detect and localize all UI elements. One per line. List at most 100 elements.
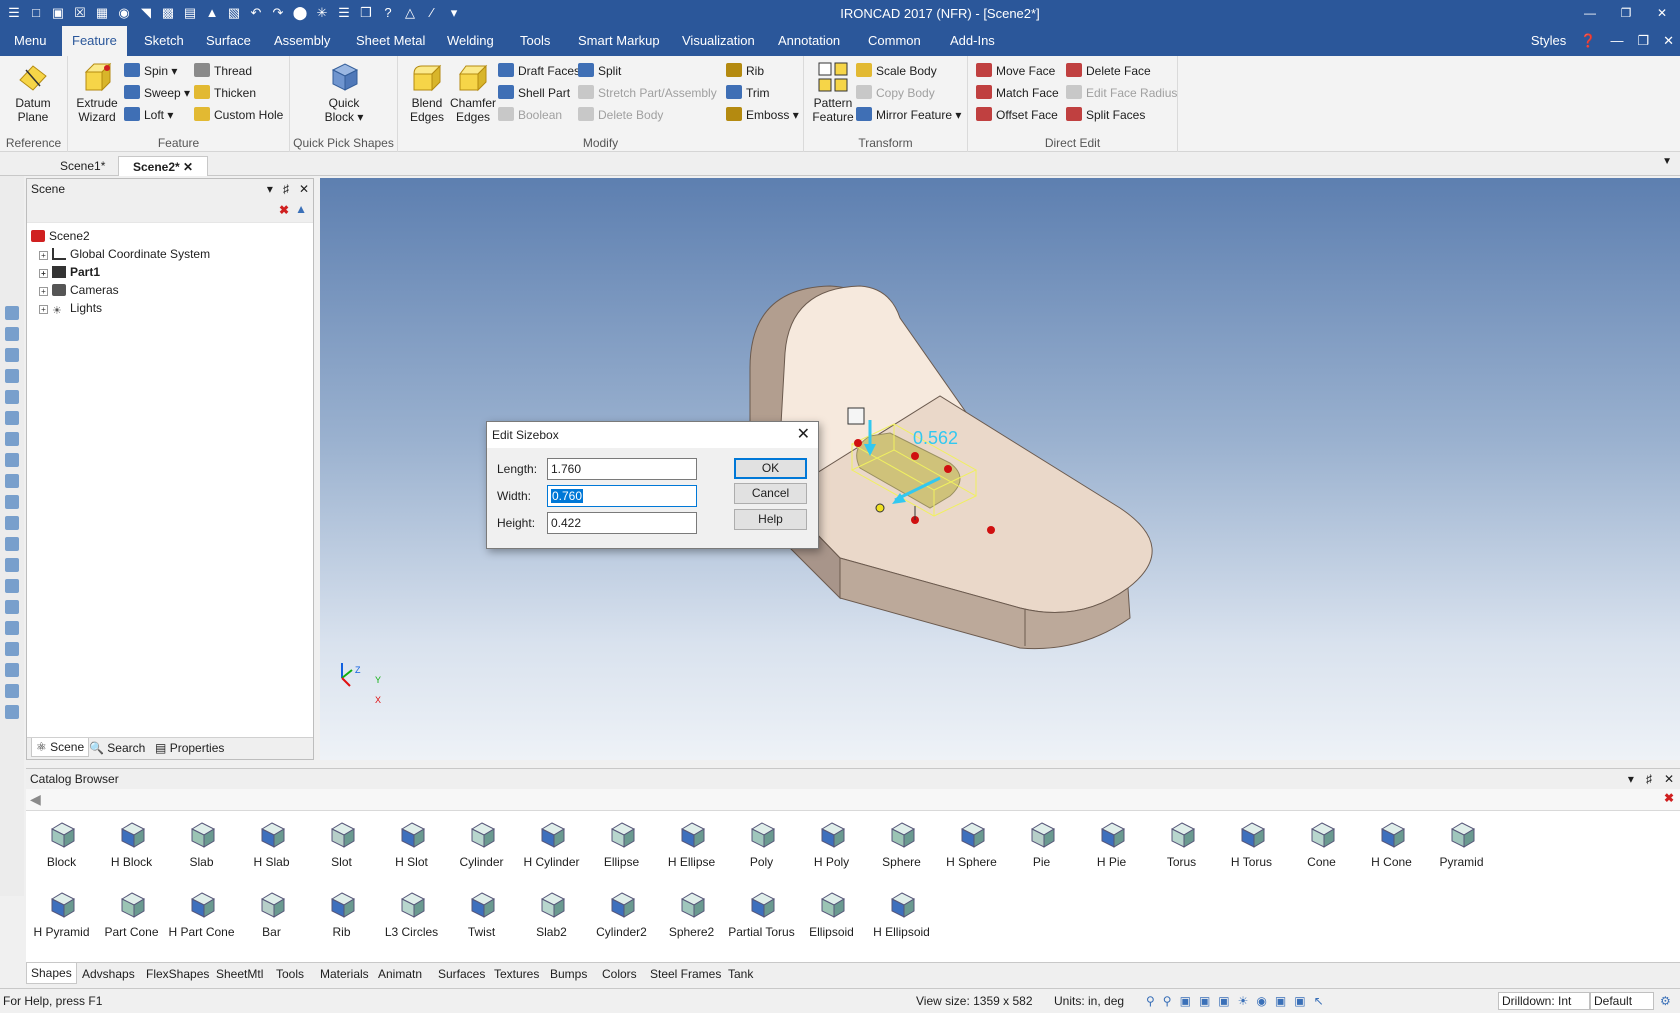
minimize-doc-icon[interactable]: —	[1610, 26, 1623, 56]
custom-hole-button[interactable]: Custom Hole	[194, 105, 283, 125]
tool-icon[interactable]	[5, 705, 19, 719]
catalog-tab-steel-frames[interactable]: Steel Frames	[650, 967, 721, 981]
catalog-item[interactable]: Part Cone	[94, 889, 169, 939]
tab-welding[interactable]: Welding	[437, 26, 504, 56]
copy-body-button[interactable]: Copy Body	[856, 83, 935, 103]
catalog-item[interactable]: Poly	[724, 819, 799, 869]
tab-sheet-metal[interactable]: Sheet Metal	[346, 26, 435, 56]
close-panel-icon[interactable]: ✕	[1664, 769, 1674, 789]
delete-face-button[interactable]: Delete Face	[1066, 61, 1151, 81]
tool-icon[interactable]	[5, 306, 19, 320]
catalog-tab-animatn[interactable]: Animatn	[378, 967, 422, 981]
catalog-item[interactable]: Sphere2	[654, 889, 729, 939]
back-arrow-icon[interactable]: ◀	[30, 791, 41, 808]
expand-icon[interactable]: +	[39, 305, 48, 314]
tool-icon[interactable]	[5, 516, 19, 530]
tab-common[interactable]: Common	[858, 26, 931, 56]
tool-icon[interactable]	[5, 369, 19, 383]
catalog-item[interactable]: H Ellipse	[654, 819, 729, 869]
close-catalog-icon[interactable]: ✖	[1664, 791, 1674, 805]
catalog-item[interactable]: H Block	[94, 819, 169, 869]
help-button[interactable]: Help	[734, 509, 807, 530]
catalog-item[interactable]: H Cone	[1354, 819, 1429, 869]
drilldown-dropdown[interactable]: Drilldown: Int	[1498, 992, 1590, 1010]
draft-faces-button[interactable]: Draft Faces	[498, 61, 580, 81]
catalog-item[interactable]: Block	[24, 819, 99, 869]
catalog-item[interactable]: H Part Cone	[164, 889, 239, 939]
sizebox-handle[interactable]	[944, 465, 952, 473]
blend-edges-button[interactable]: Blend Edges	[402, 60, 452, 124]
expand-icon[interactable]: +	[39, 287, 48, 296]
pin-icon[interactable]: ♯	[283, 179, 289, 199]
catalog-item[interactable]: Slot	[304, 819, 379, 869]
tab-annotation[interactable]: Annotation	[768, 26, 850, 56]
shading-icon[interactable]: ▣	[1294, 994, 1313, 1008]
dimension-label[interactable]: 0.562	[913, 428, 958, 449]
tool-icon[interactable]	[5, 684, 19, 698]
delete-body-button[interactable]: Delete Body	[578, 105, 663, 125]
dialog-close-icon[interactable]: ✕	[797, 422, 810, 448]
tab-scene1[interactable]: Scene1*	[46, 156, 119, 176]
catalog-item[interactable]: Cone	[1284, 819, 1359, 869]
view-icon[interactable]: ▣	[1199, 994, 1218, 1008]
tab-list-dropdown-icon[interactable]: ▼	[1662, 156, 1672, 167]
tool-icon[interactable]	[5, 495, 19, 509]
catalog-item[interactable]: Slab	[164, 819, 239, 869]
loft-button[interactable]: Loft ▾	[124, 105, 173, 125]
scale-body-button[interactable]: Scale Body	[856, 61, 937, 81]
restore-icon[interactable]: ❐	[1608, 0, 1644, 26]
height-field[interactable]: 0.422	[547, 512, 697, 534]
tab-visualization[interactable]: Visualization	[672, 26, 765, 56]
help-icon[interactable]: ❓	[1580, 26, 1596, 56]
zoom-window-icon[interactable]: ⚲	[1163, 994, 1180, 1008]
catalog-item[interactable]: Pie	[1004, 819, 1079, 869]
catalog-tab-shapes[interactable]: Shapes	[26, 963, 77, 984]
boolean-button[interactable]: Boolean	[498, 105, 562, 125]
pattern-feature-button[interactable]: Pattern Feature	[808, 60, 858, 124]
catalog-tab-sheetmtl[interactable]: SheetMtl	[216, 967, 263, 981]
tab-scene[interactable]: ⚛ Scene	[31, 738, 90, 757]
pointer-icon[interactable]: ↖	[1314, 994, 1332, 1008]
catalog-item[interactable]: Ellipse	[584, 819, 659, 869]
chamfer-edges-button[interactable]: Chamfer Edges	[448, 60, 498, 124]
catalog-item[interactable]: H Slab	[234, 819, 309, 869]
rib-button[interactable]: Rib	[726, 61, 764, 81]
tab-search[interactable]: 🔍 Search	[89, 741, 145, 755]
panel-dropdown-icon[interactable]: ▾	[1628, 769, 1634, 789]
match-face-button[interactable]: Match Face	[976, 83, 1059, 103]
tool-icon[interactable]	[5, 432, 19, 446]
catalog-item[interactable]: Cylinder	[444, 819, 519, 869]
catalog-item[interactable]: Rib	[304, 889, 379, 939]
close-icon[interactable]: ✕	[1644, 0, 1680, 26]
zoom-icon[interactable]: ⚲	[1146, 994, 1163, 1008]
catalog-item[interactable]: H Slot	[374, 819, 449, 869]
tool-icon[interactable]	[5, 474, 19, 488]
catalog-item[interactable]: H Ellipsoid	[864, 889, 939, 939]
tab-assembly[interactable]: Assembly	[264, 26, 340, 56]
close-doc-icon[interactable]: ✕	[1663, 26, 1674, 56]
sizebox-handle[interactable]	[854, 439, 862, 447]
catalog-item[interactable]: Slab2	[514, 889, 589, 939]
spin-button[interactable]: Spin ▾	[124, 61, 177, 81]
settings-icon[interactable]: ⚙	[1660, 994, 1671, 1008]
trim-button[interactable]: Trim	[726, 83, 770, 103]
tool-icon[interactable]	[5, 558, 19, 572]
tab-feature[interactable]: Feature	[62, 26, 127, 56]
sizebox-handle[interactable]	[911, 452, 919, 460]
tree-item-cameras[interactable]: + Cameras	[31, 281, 313, 299]
tab-menu[interactable]: Menu	[4, 26, 57, 56]
catalog-item[interactable]: L3 Circles	[374, 889, 449, 939]
sweep-button[interactable]: Sweep ▾	[124, 83, 190, 103]
catalog-item[interactable]: Twist	[444, 889, 519, 939]
catalog-tab-surfaces[interactable]: Surfaces	[438, 967, 485, 981]
sizebox-handle[interactable]	[987, 526, 995, 534]
emboss-button[interactable]: Emboss ▾	[726, 105, 799, 125]
tool-icon[interactable]	[5, 579, 19, 593]
width-field[interactable]: 0.760	[547, 485, 697, 507]
tree-item-scene2[interactable]: Scene2	[31, 227, 313, 245]
catalog-tab-advshaps[interactable]: Advshaps	[82, 967, 135, 981]
catalog-item[interactable]: H Cylinder	[514, 819, 589, 869]
shell-part-button[interactable]: Shell Part	[498, 83, 570, 103]
tree-item-part1[interactable]: + Part1	[31, 263, 313, 281]
default-dropdown[interactable]: Default	[1590, 992, 1654, 1010]
